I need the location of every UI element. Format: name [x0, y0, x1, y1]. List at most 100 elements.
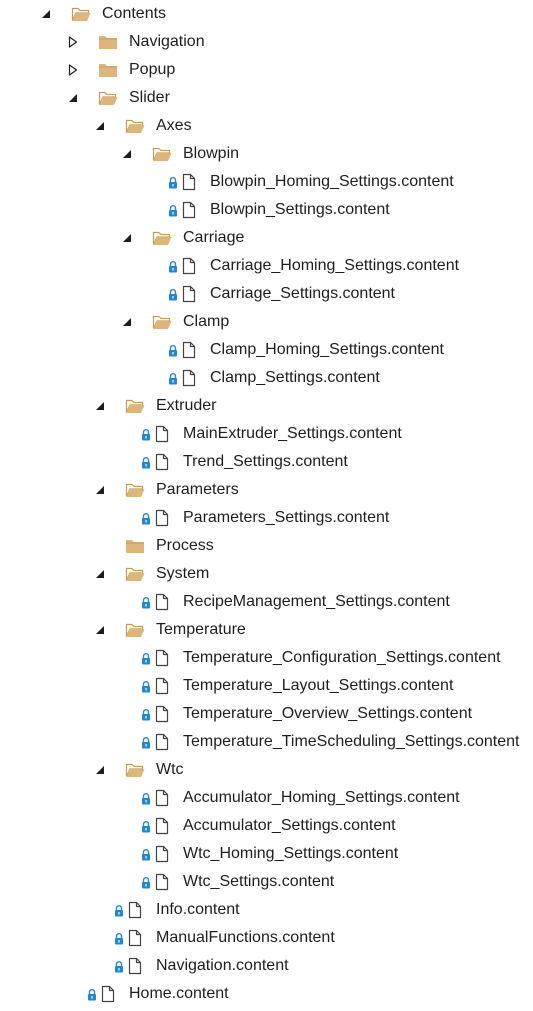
folder-open-icon: [152, 313, 172, 331]
folder-node-temperature[interactable]: Temperature: [0, 616, 533, 644]
node-label: Contents: [102, 5, 167, 22]
node-label: Blowpin_Homing_Settings.content: [210, 173, 454, 190]
folder-node-axes[interactable]: Axes: [0, 112, 533, 140]
lock-icon: [87, 988, 97, 1001]
document-icon: [152, 453, 172, 471]
folder-node-clamp[interactable]: Clamp: [0, 308, 533, 336]
node-label: Axes: [156, 117, 192, 134]
file-node-info[interactable]: Info.content: [0, 896, 533, 924]
file-node-temperature-timescheduling-settings[interactable]: Temperature_TimeScheduling_Settings.cont…: [0, 728, 533, 756]
file-node-accumulator-settings[interactable]: Accumulator_Settings.content: [0, 812, 533, 840]
triangle-right-outline-icon[interactable]: [67, 36, 79, 48]
triangle-down-right-icon[interactable]: [121, 148, 133, 160]
lock-icon: [141, 428, 151, 441]
folder-open-icon: [125, 481, 145, 499]
document-icon: [152, 817, 172, 835]
node-label: Info.content: [156, 901, 240, 918]
file-node-blowpin-settings[interactable]: Blowpin_Settings.content: [0, 196, 533, 224]
folder-node-process[interactable]: Process: [0, 532, 533, 560]
document-icon: [179, 257, 199, 275]
triangle-down-right-icon[interactable]: [67, 92, 79, 104]
folder-open-icon: [125, 565, 145, 583]
file-node-wtc-settings[interactable]: Wtc_Settings.content: [0, 868, 533, 896]
file-node-carriage-homing-settings[interactable]: Carriage_Homing_Settings.content: [0, 252, 533, 280]
file-node-navigation[interactable]: Navigation.content: [0, 952, 533, 980]
folder-node-wtc[interactable]: Wtc: [0, 756, 533, 784]
file-node-accumulator-homing-settings[interactable]: Accumulator_Homing_Settings.content: [0, 784, 533, 812]
lock-icon: [141, 680, 151, 693]
file-node-temperature-configuration-settings[interactable]: Temperature_Configuration_Settings.conte…: [0, 644, 533, 672]
lock-icon: [114, 960, 124, 973]
file-node-manualfunctions[interactable]: ManualFunctions.content: [0, 924, 533, 952]
triangle-down-right-icon[interactable]: [94, 120, 106, 132]
file-node-clamp-settings[interactable]: Clamp_Settings.content: [0, 364, 533, 392]
folder-open-icon: [125, 761, 145, 779]
node-label: Extruder: [156, 397, 217, 414]
file-node-parameters-settings[interactable]: Parameters_Settings.content: [0, 504, 533, 532]
file-node-mainextruder-settings[interactable]: MainExtruder_Settings.content: [0, 420, 533, 448]
folder-open-icon: [125, 621, 145, 639]
node-label: Accumulator_Homing_Settings.content: [183, 789, 460, 806]
folder-node-slider[interactable]: Slider: [0, 84, 533, 112]
node-label: Process: [156, 537, 214, 554]
folder-node-popup[interactable]: Popup: [0, 56, 533, 84]
node-label: Home.content: [129, 985, 229, 1002]
folder-open-icon: [71, 5, 91, 23]
file-node-trend-settings[interactable]: Trend_Settings.content: [0, 448, 533, 476]
folder-node-carriage[interactable]: Carriage: [0, 224, 533, 252]
lock-icon: [168, 204, 178, 217]
lock-icon: [114, 904, 124, 917]
node-label: Trend_Settings.content: [183, 453, 348, 470]
document-icon: [152, 873, 172, 891]
file-node-temperature-overview-settings[interactable]: Temperature_Overview_Settings.content: [0, 700, 533, 728]
node-label: Wtc_Settings.content: [183, 873, 335, 890]
folder-open-icon: [98, 89, 118, 107]
file-node-blowpin-homing-settings[interactable]: Blowpin_Homing_Settings.content: [0, 168, 533, 196]
lock-icon: [168, 288, 178, 301]
file-node-home[interactable]: Home.content: [0, 980, 533, 1008]
triangle-down-right-icon[interactable]: [121, 316, 133, 328]
file-node-wtc-homing-settings[interactable]: Wtc_Homing_Settings.content: [0, 840, 533, 868]
folder-node-parameters[interactable]: Parameters: [0, 476, 533, 504]
lock-icon: [141, 512, 151, 525]
triangle-down-right-icon[interactable]: [94, 624, 106, 636]
document-icon: [152, 733, 172, 751]
node-label: Parameters_Settings.content: [183, 509, 390, 526]
folder-node-system[interactable]: System: [0, 560, 533, 588]
folder-node-navigation[interactable]: Navigation: [0, 28, 533, 56]
document-icon: [179, 201, 199, 219]
triangle-down-right-icon[interactable]: [94, 484, 106, 496]
node-label: Parameters: [156, 481, 239, 498]
folder-node-contents[interactable]: Contents: [0, 0, 533, 28]
triangle-down-right-icon[interactable]: [94, 400, 106, 412]
folder-open-icon: [152, 229, 172, 247]
triangle-down-right-icon[interactable]: [121, 232, 133, 244]
node-label: Accumulator_Settings.content: [183, 817, 396, 834]
triangle-down-right-icon[interactable]: [40, 8, 52, 20]
document-icon: [152, 845, 172, 863]
node-label: Popup: [129, 61, 176, 78]
lock-icon: [141, 596, 151, 609]
node-label: RecipeManagement_Settings.content: [183, 593, 450, 610]
document-icon: [152, 705, 172, 723]
node-label: Navigation.content: [156, 957, 289, 974]
node-label: Temperature_TimeScheduling_Settings.cont…: [183, 733, 520, 750]
folder-closed-icon: [125, 537, 145, 555]
document-icon: [152, 677, 172, 695]
lock-icon: [141, 652, 151, 665]
folder-node-extruder[interactable]: Extruder: [0, 392, 533, 420]
file-node-carriage-settings[interactable]: Carriage_Settings.content: [0, 280, 533, 308]
triangle-down-right-icon[interactable]: [94, 568, 106, 580]
folder-node-blowpin[interactable]: Blowpin: [0, 140, 533, 168]
file-node-recipemanagement-settings[interactable]: RecipeManagement_Settings.content: [0, 588, 533, 616]
node-label: Navigation: [129, 33, 205, 50]
triangle-down-right-icon[interactable]: [94, 764, 106, 776]
file-node-temperature-layout-settings[interactable]: Temperature_Layout_Settings.content: [0, 672, 533, 700]
node-label: Blowpin_Settings.content: [210, 201, 390, 218]
triangle-right-outline-icon[interactable]: [67, 64, 79, 76]
lock-icon: [114, 932, 124, 945]
folder-open-icon: [125, 117, 145, 135]
document-icon: [98, 985, 118, 1003]
folder-closed-icon: [98, 33, 118, 51]
file-node-clamp-homing-settings[interactable]: Clamp_Homing_Settings.content: [0, 336, 533, 364]
